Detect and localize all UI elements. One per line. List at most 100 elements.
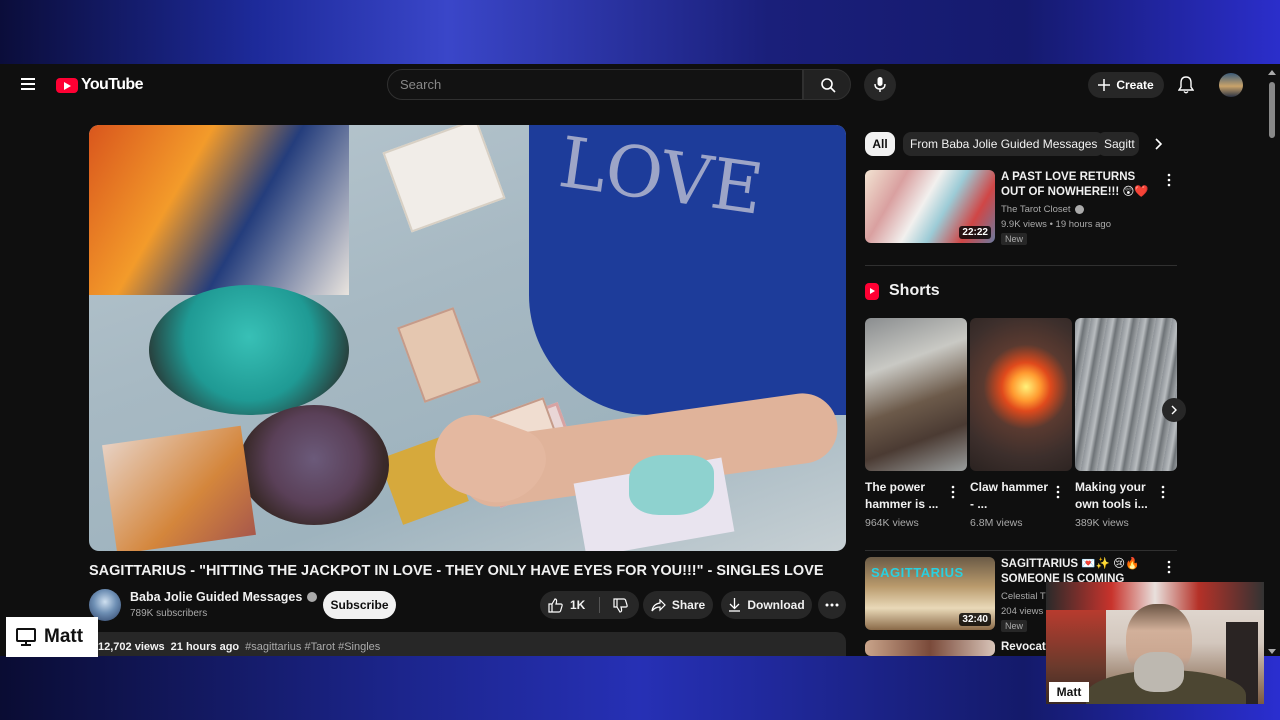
channel-name-link[interactable]: Baba Jolie Guided Messages (130, 590, 318, 604)
section-divider (865, 265, 1177, 266)
shorts-next-button[interactable] (1162, 398, 1186, 422)
channel-name-row[interactable]: The Tarot Closet (1001, 204, 1084, 215)
notifications-button[interactable] (1174, 73, 1198, 97)
search-icon (821, 78, 836, 93)
video-frame-held-card (382, 125, 506, 233)
like-count: 1K (570, 598, 586, 612)
menu-icon[interactable] (18, 74, 38, 94)
video-meta: 204 views (1001, 606, 1044, 617)
like-button[interactable]: 1K (540, 591, 600, 619)
thumbnail-text: SAGITTARIUS (871, 565, 964, 580)
new-badge: New (1001, 233, 1028, 245)
verified-icon (307, 592, 318, 602)
shorts-icon (865, 282, 879, 300)
plus-icon (1098, 79, 1111, 91)
more-vertical-icon[interactable] (1165, 559, 1173, 575)
create-label: Create (1116, 78, 1154, 92)
more-vertical-icon[interactable] (1165, 172, 1173, 188)
webcam-name-label: Matt (1049, 682, 1089, 702)
short-thumbnail[interactable] (865, 318, 967, 471)
more-actions-button[interactable] (818, 591, 846, 619)
new-badge: New (1001, 620, 1028, 632)
short-views: 964K views (865, 517, 919, 529)
short-thumbnail[interactable] (970, 318, 1072, 471)
thumbs-up-icon (548, 597, 563, 613)
chip-all[interactable]: All (865, 132, 895, 156)
subscriber-count: 789K subscribers (130, 608, 208, 619)
more-vertical-icon[interactable] (949, 484, 957, 500)
chevron-right-icon[interactable] (1150, 136, 1166, 152)
voice-search-button[interactable] (864, 69, 896, 101)
dislike-button[interactable] (602, 591, 639, 619)
hashtags[interactable]: #sagittarius #Tarot #Singles (245, 641, 380, 653)
section-divider (865, 550, 1177, 551)
share-label: Share (671, 598, 706, 612)
scrollbar-thumb[interactable] (1269, 82, 1275, 138)
chip-from-channel[interactable]: From Baba Jolie Guided Messages (903, 132, 1105, 156)
short-item[interactable]: Making your own tools i... 389K views (1075, 318, 1177, 529)
subscribe-button[interactable]: Subscribe (323, 591, 396, 619)
youtube-logo[interactable]: YouTube (56, 75, 143, 95)
channel-name: The Tarot Closet (1001, 204, 1071, 215)
youtube-window: YouTube Create (0, 64, 1280, 656)
account-avatar[interactable] (1219, 73, 1243, 97)
video-frame-tarot-card (397, 307, 481, 403)
screen-share-label: Matt (6, 617, 98, 657)
view-count: 12,702 views (98, 641, 165, 653)
short-item[interactable]: Claw hammer - ... 6.8M views (970, 318, 1072, 529)
search-box[interactable] (387, 69, 803, 100)
masthead: YouTube Create (0, 64, 1280, 106)
video-title[interactable]: A PAST LOVE RETURNS OUT OF NOWHERE!!! 😲❤… (1001, 170, 1159, 201)
video-thumbnail[interactable] (865, 640, 995, 656)
short-thumbnail[interactable] (1075, 318, 1177, 471)
page-scrollbar[interactable] (1268, 70, 1276, 656)
microphone-icon (874, 77, 886, 92)
short-views: 389K views (1075, 517, 1129, 529)
chevron-right-icon (1171, 405, 1177, 415)
video-frame-cards (89, 125, 349, 295)
scroll-up-icon[interactable] (1268, 70, 1276, 75)
more-vertical-icon[interactable] (1054, 484, 1062, 500)
video-frame-charm-bowl (239, 405, 389, 525)
shorts-heading: Shorts (889, 282, 940, 299)
webcam-person-beard (1134, 652, 1184, 692)
share-button[interactable]: Share (643, 591, 713, 619)
video-duration: 32:40 (959, 613, 991, 626)
video-thumbnail[interactable]: SAGITTARIUS 32:40 (865, 557, 995, 630)
video-duration: 22:22 (959, 226, 991, 239)
video-frame-card-box (102, 425, 256, 551)
channel-name: Baba Jolie Guided Messages (130, 590, 303, 604)
screen-share-name: Matt (44, 626, 84, 647)
short-views: 6.8M views (970, 517, 1023, 529)
video-frame-crystal-bowl (149, 285, 349, 415)
download-button[interactable]: Download (721, 591, 812, 619)
video-thumbnail[interactable]: 22:22 (865, 170, 995, 243)
recommended-video[interactable]: 22:22 A PAST LOVE RETURNS OUT OF NOWHERE… (865, 170, 1177, 245)
short-title[interactable]: The power hammer is ... (865, 479, 950, 513)
short-title[interactable]: Claw hammer - ... (970, 479, 1055, 513)
short-item[interactable]: The power hammer is ... 964K views (865, 318, 967, 529)
video-player[interactable]: LOVE (89, 125, 846, 551)
like-dislike-group: 1K (540, 591, 639, 619)
short-title[interactable]: Making your own tools i... (1075, 479, 1160, 513)
upload-age: 21 hours ago (170, 641, 240, 653)
shorts-header: Shorts (865, 282, 940, 300)
more-vertical-icon[interactable] (1159, 484, 1167, 500)
search-button[interactable] (803, 69, 851, 100)
video-title: SAGITTARIUS - "HITTING THE JACKPOT IN LO… (89, 563, 824, 579)
download-label: Download (747, 598, 805, 612)
video-frame-crystal (629, 455, 714, 515)
create-button[interactable]: Create (1088, 72, 1164, 98)
youtube-logo-text: YouTube (81, 76, 143, 93)
chip-sagittarius[interactable]: Sagitt (1097, 132, 1139, 156)
search-input[interactable] (388, 70, 802, 99)
youtube-logo-icon (56, 77, 78, 93)
verified-icon (1074, 205, 1084, 214)
download-icon (729, 598, 741, 612)
description-header: 12,702 views 21 hours ago #sagittarius #… (98, 641, 380, 653)
like-divider (599, 597, 600, 613)
scroll-down-icon[interactable] (1268, 649, 1276, 654)
more-horizontal-icon (825, 603, 839, 607)
monitor-icon (16, 628, 36, 646)
channel-name[interactable]: Celestial T (1001, 591, 1046, 602)
